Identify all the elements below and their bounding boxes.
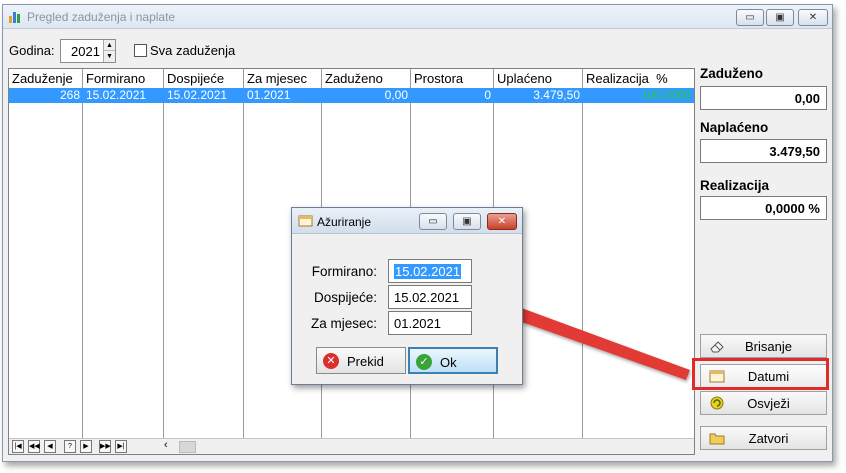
cell-zaduzeno: 0,00 xyxy=(384,88,408,102)
header-dospijece[interactable]: Dospijeće xyxy=(167,71,224,86)
realizacija-value: 0,0000 % xyxy=(700,196,827,220)
cancel-label: Prekid xyxy=(347,354,384,369)
first-record-icon[interactable]: |◀ xyxy=(12,440,24,453)
formirano-value: 15.02.2021 xyxy=(394,264,462,279)
zaduzeno-value: 0,00 xyxy=(700,86,827,110)
close-button[interactable]: ✕ xyxy=(798,9,828,26)
grid-column xyxy=(83,69,164,454)
cell-uplaceno: 3.479,50 xyxy=(533,88,580,102)
spin-down-icon[interactable]: ▼ xyxy=(104,51,115,62)
cell-realizacija: 100,0000 xyxy=(640,88,691,102)
cell-formirano: 15.02.2021 xyxy=(86,88,147,102)
cell-zaduzenje: 268 xyxy=(59,88,80,102)
horizontal-scrollbar[interactable] xyxy=(179,441,196,453)
ok-label: Ok xyxy=(440,355,457,370)
maximize-button[interactable]: ▣ xyxy=(766,9,794,26)
update-dialog: Ažuriranje ▭ ▣ ✕ Formirano: 15.02.2021 D… xyxy=(291,207,523,385)
app-icon xyxy=(9,12,20,23)
year-label: Godina: xyxy=(9,43,55,58)
window-title: Pregled zaduženja i naplate xyxy=(27,10,176,24)
dospijece-value: 15.02.2021 xyxy=(394,290,460,305)
header-za-mjesec[interactable]: Za mjesec xyxy=(247,71,307,86)
cancel-icon: ✕ xyxy=(323,353,339,369)
header-realizacija[interactable]: Realizacija % xyxy=(586,71,668,86)
grid-column xyxy=(9,69,83,454)
scroll-left-icon[interactable]: ‹ xyxy=(164,439,168,451)
dialog-title: Ažuriranje xyxy=(317,215,372,229)
osvjezi-label: Osvježi xyxy=(747,396,790,411)
prev-page-icon[interactable]: ◀◀ xyxy=(28,440,40,453)
table-row[interactable]: 268 15.02.2021 15.02.2021 01.2021 0,00 0… xyxy=(9,88,694,103)
ok-button[interactable]: ✓ Ok xyxy=(408,347,498,374)
all-debts-label: Sva zaduženja xyxy=(150,43,236,58)
osvjezi-button[interactable]: Osvježi xyxy=(700,391,827,415)
cell-prostora: 0 xyxy=(484,88,491,102)
year-value[interactable]: 2021 xyxy=(71,44,100,59)
help-icon[interactable]: ? xyxy=(64,440,76,453)
dospijece-field[interactable]: 15.02.2021 xyxy=(388,285,472,309)
zatvori-button[interactable]: Zatvori xyxy=(700,426,827,450)
header-formirano[interactable]: Formirano xyxy=(86,71,145,86)
brisanje-button[interactable]: Brisanje xyxy=(700,334,827,358)
title-bar: Pregled zaduženja i naplate ▭ ▣ ✕ xyxy=(3,5,832,29)
formirano-field[interactable]: 15.02.2021 xyxy=(388,259,472,283)
header-zaduzenje[interactable]: Zaduženje xyxy=(12,71,73,86)
zatvori-label: Zatvori xyxy=(748,431,789,446)
naplaceno-label: Naplaćeno xyxy=(700,120,769,135)
all-debts-checkbox[interactable] xyxy=(134,44,147,57)
realizacija-label: Realizacija xyxy=(700,178,770,193)
header-uplaceno[interactable]: Uplaćeno xyxy=(497,71,552,86)
header-prostora[interactable]: Prostora xyxy=(414,71,463,86)
check-icon: ✓ xyxy=(416,354,432,370)
za-mjesec-field[interactable]: 01.2021 xyxy=(388,311,472,335)
cell-dospijece: 15.02.2021 xyxy=(167,88,228,102)
za-mjesec-value: 01.2021 xyxy=(394,316,441,331)
grid-column xyxy=(583,69,694,454)
next-page-icon[interactable]: ▶▶ xyxy=(99,440,111,453)
dospijece-label: Dospijeće: xyxy=(313,290,377,305)
cell-za-mjesec: 01.2021 xyxy=(247,88,291,102)
last-record-icon[interactable]: ▶| xyxy=(115,440,127,453)
year-spinner[interactable]: 2021 ▲ ▼ xyxy=(60,39,116,63)
naplaceno-value: 3.479,50 xyxy=(700,139,827,163)
dialog-title-bar: Ažuriranje ▭ ▣ ✕ xyxy=(292,208,522,234)
za-mjesec-label: Za mjesec: xyxy=(310,316,377,331)
prev-record-icon[interactable]: ◀ xyxy=(44,440,56,453)
zaduzeno-label: Zaduženo xyxy=(700,66,763,81)
dialog-close-button[interactable]: ✕ xyxy=(487,213,517,230)
dialog-minimize-button[interactable]: ▭ xyxy=(419,213,447,230)
calendar-icon xyxy=(298,215,313,227)
grid-column xyxy=(164,69,244,454)
cancel-button[interactable]: ✕ Prekid xyxy=(316,347,406,374)
spin-up-icon[interactable]: ▲ xyxy=(104,40,115,51)
header-zaduzeno[interactable]: Zaduženo xyxy=(325,71,383,86)
formirano-label: Formirano: xyxy=(311,264,377,279)
brisanje-label: Brisanje xyxy=(745,339,792,354)
grid-header: Zaduženje Formirano Dospijeće Za mjesec … xyxy=(9,69,694,88)
grid-navigator: |◀ ◀◀ ◀ ? ▶ ▶▶ ▶| ‹ xyxy=(9,438,694,454)
dialog-maximize-button[interactable]: ▣ xyxy=(453,213,481,230)
datumi-highlight xyxy=(692,358,829,390)
minimize-button[interactable]: ▭ xyxy=(736,9,764,26)
next-record-icon[interactable]: ▶ xyxy=(80,440,92,453)
